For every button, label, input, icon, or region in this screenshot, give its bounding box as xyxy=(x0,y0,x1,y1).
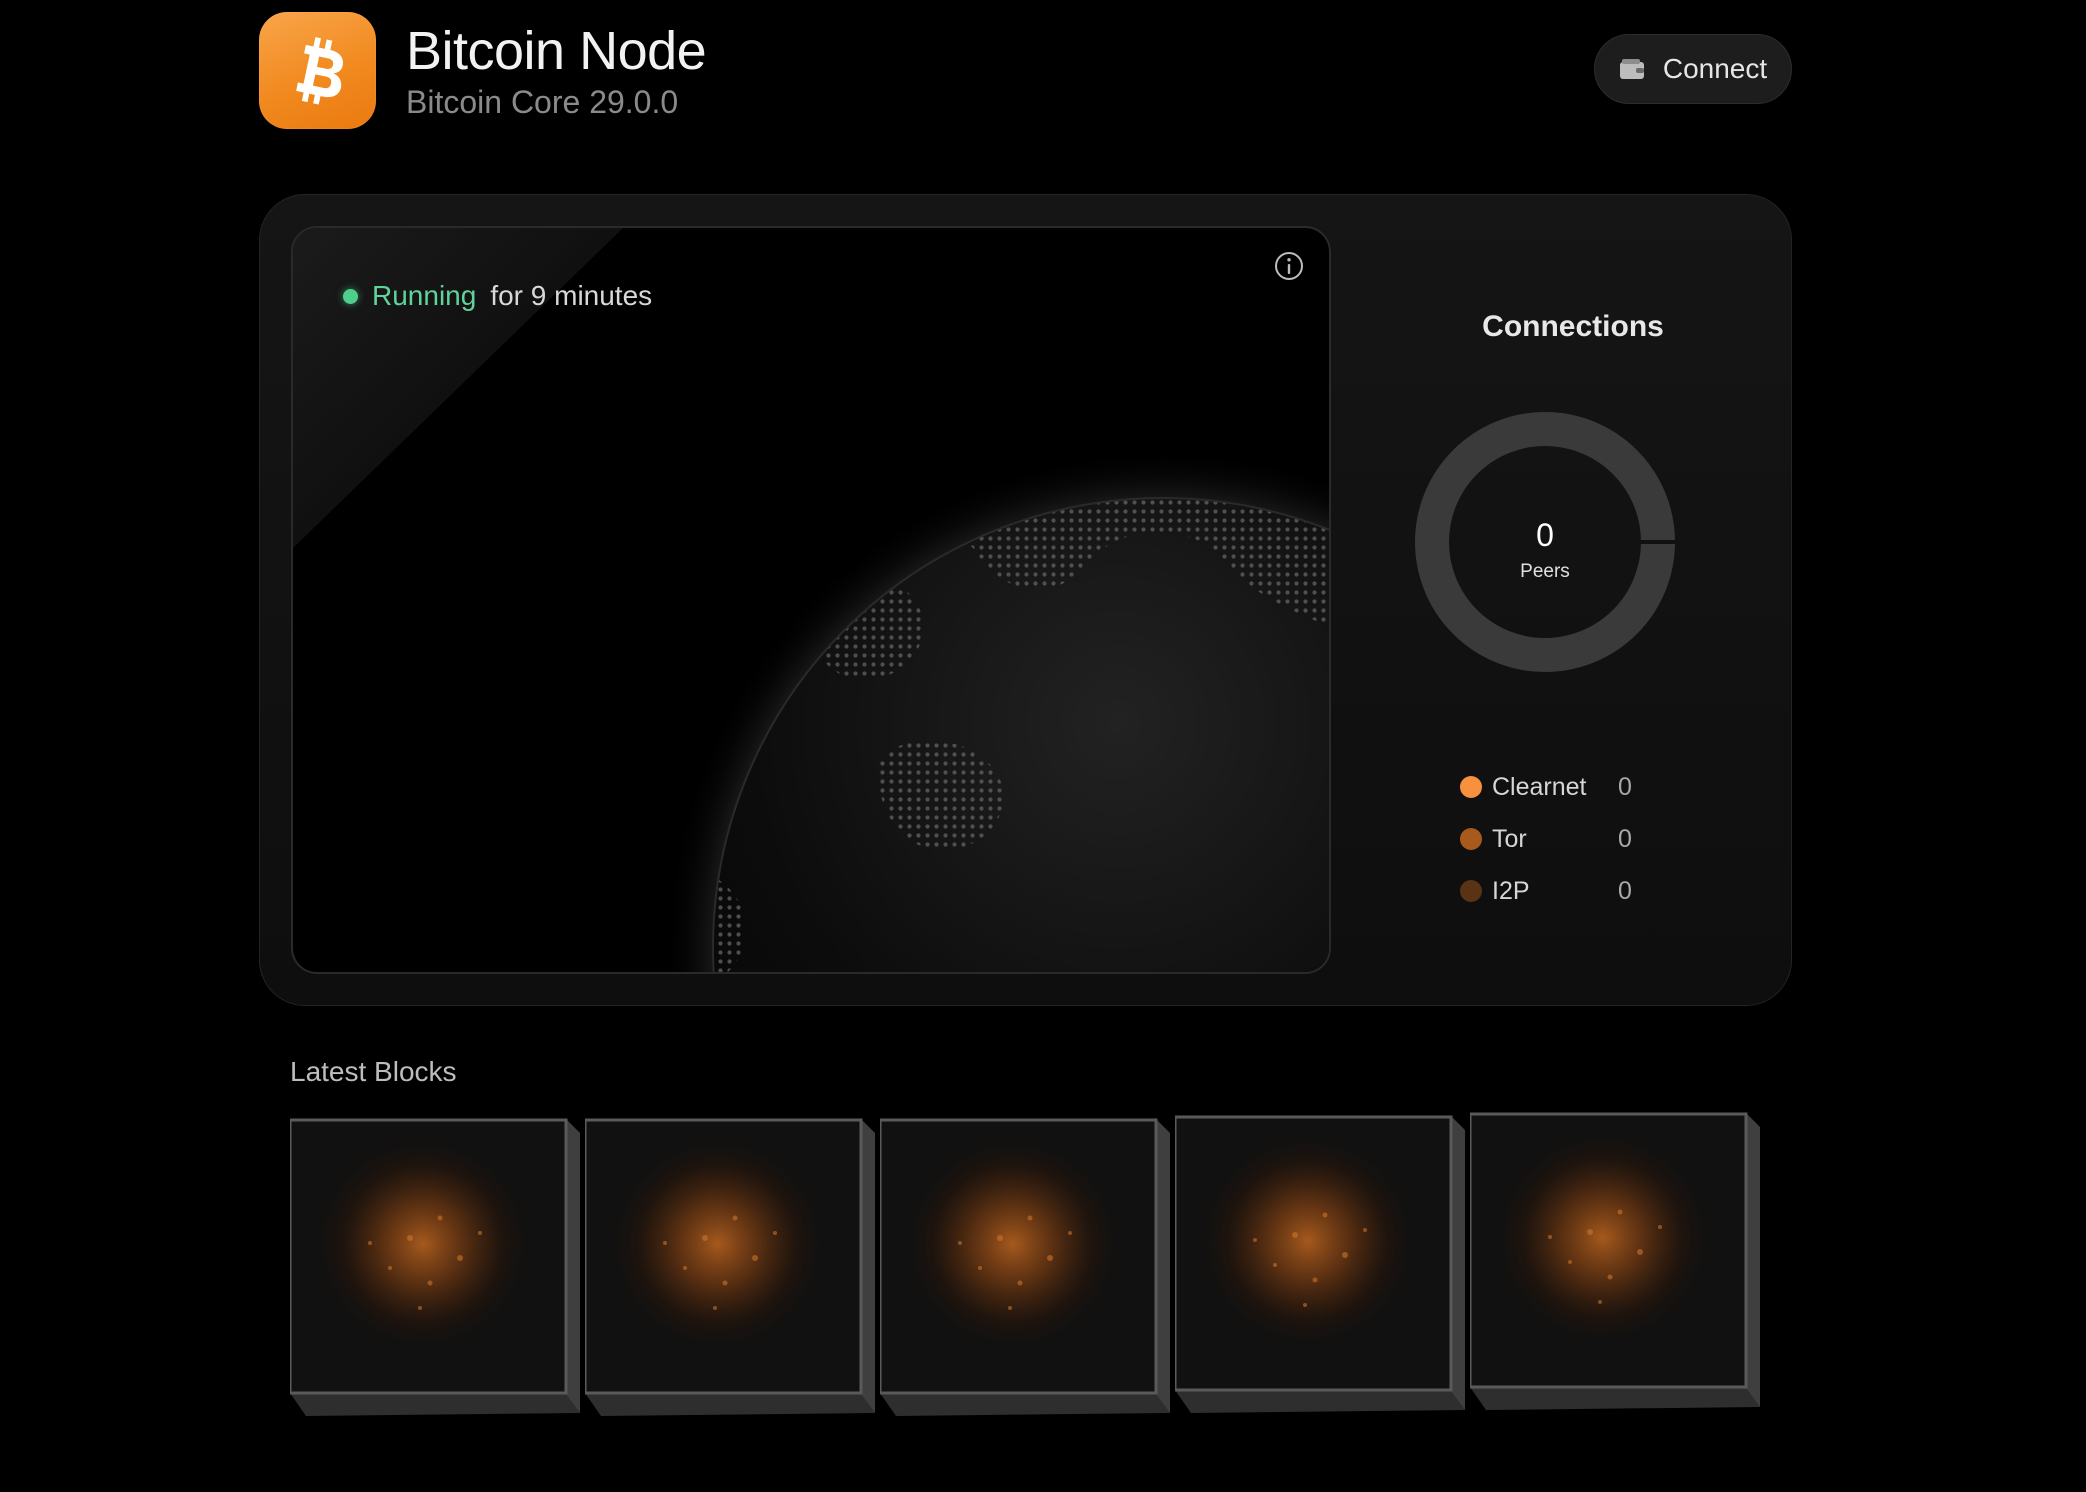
legend-item-clearnet: Clearnet 0 xyxy=(1460,761,1700,813)
legend-item-name: Clearnet xyxy=(1492,772,1587,801)
globe-visualization xyxy=(293,228,1329,972)
connections-title: Connections xyxy=(1482,310,1664,343)
legend-item-name: Tor xyxy=(1492,824,1527,853)
node-status: Running for 9 minutes xyxy=(343,280,652,312)
block-cube[interactable] xyxy=(1470,1112,1765,1422)
status-duration: for 9 minutes xyxy=(490,280,653,311)
app-title: Bitcoin Node xyxy=(406,21,707,81)
legend-item-name: I2P xyxy=(1492,876,1530,905)
status-indicator-dot xyxy=(343,288,358,304)
wallet-icon xyxy=(1619,59,1644,79)
peers-count: 0 xyxy=(1536,517,1554,553)
bitcoin-app-icon xyxy=(259,12,376,129)
block-cube[interactable] xyxy=(290,1118,585,1428)
legend-item-i2p: I2P 0 xyxy=(1460,865,1700,917)
latest-blocks-title: Latest Blocks xyxy=(290,1056,457,1087)
connect-button[interactable]: Connect xyxy=(1594,34,1792,104)
block-cube[interactable] xyxy=(1175,1115,1470,1425)
bitcoin-node-dashboard: Bitcoin Node Bitcoin Core 29.0.0 Connect xyxy=(0,0,2086,1492)
network-globe-panel[interactable]: Running for 9 minutes xyxy=(291,226,1331,974)
legend-item-count: 0 xyxy=(1618,876,1632,905)
status-state-label: Running xyxy=(372,280,477,311)
node-overview-card: Running for 9 minutes Connections 0 Peer… xyxy=(259,194,1792,1006)
block-cube[interactable] xyxy=(880,1118,1175,1428)
legend-item-count: 0 xyxy=(1618,824,1632,853)
legend-item-tor: Tor 0 xyxy=(1460,813,1700,865)
connect-button-label: Connect xyxy=(1662,53,1768,84)
info-icon[interactable] xyxy=(1273,250,1305,282)
clearnet-color-dot xyxy=(1460,776,1482,798)
app-version: Bitcoin Core 29.0.0 xyxy=(406,84,679,120)
tor-color-dot xyxy=(1460,828,1482,850)
latest-blocks-list xyxy=(290,1112,1770,1438)
i2p-color-dot xyxy=(1460,880,1482,902)
block-cube[interactable] xyxy=(585,1118,880,1428)
network-legend: Clearnet 0 Tor 0 I2P 0 xyxy=(1460,761,1700,917)
legend-item-count: 0 xyxy=(1618,772,1632,801)
bitcoin-icon xyxy=(295,36,343,105)
peers-label: Peers xyxy=(1520,561,1570,582)
